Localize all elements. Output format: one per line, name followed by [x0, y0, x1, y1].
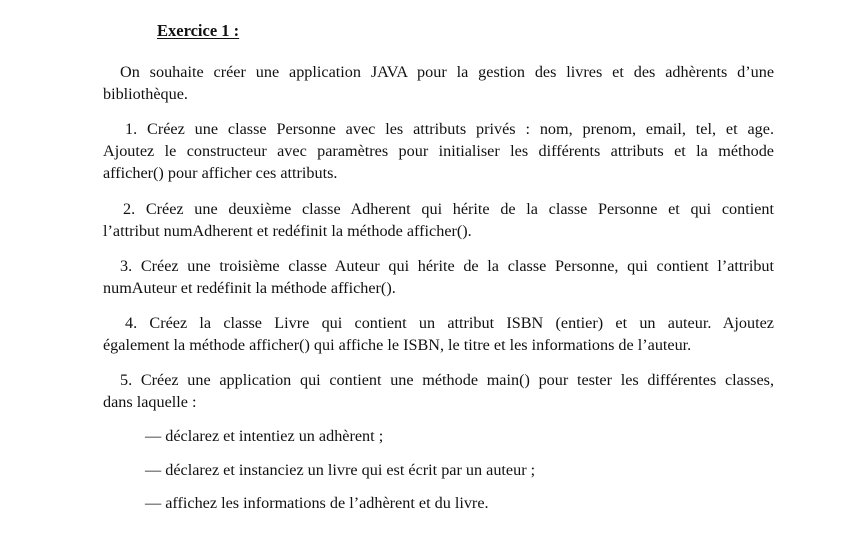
- intro-line-1: On souhaite créer une application JAVA p…: [120, 63, 774, 81]
- item-2-line-2: l’attribut numAdherent et redéfinit la m…: [103, 222, 472, 240]
- bullet-item: — affichez les informations de l’adhèren…: [145, 494, 489, 512]
- item-1-line-3: afficher() pour afficher ces attributs.: [103, 164, 338, 182]
- intro-paragraph: On souhaite créer une application JAVA p…: [103, 61, 774, 105]
- item-3-paragraph: 3. Créez une troisième classe Auteur qui…: [103, 255, 774, 299]
- bullet-item: — déclarez et instanciez un livre qui es…: [145, 461, 536, 479]
- item-3-line-1: 3. Créez une troisième classe Auteur qui…: [120, 257, 774, 275]
- item-2-line-1: 2. Créez une deuxième classe Adherent qu…: [123, 200, 774, 218]
- bullet-item: — déclarez et intentiez un adhèrent ;: [145, 427, 384, 445]
- item-5-paragraph: 5. Créez une application qui contient un…: [103, 369, 774, 413]
- item-1-paragraph: 1. Créez une classe Personne avec les at…: [103, 118, 774, 184]
- item-4-line-1: 4. Créez la classe Livre qui contient un…: [125, 314, 774, 332]
- item-3-line-2: numAuteur et redéfinit la méthode affich…: [103, 279, 396, 297]
- item-5-line-2: dans laquelle :: [103, 393, 197, 411]
- intro-line-2: bibliothèque.: [103, 85, 188, 103]
- item-4-line-2: également la méthode afficher() qui affi…: [103, 336, 692, 354]
- exercise-title: Exercice 1 :: [157, 21, 240, 40]
- document-page: Exercice 1 : On souhaite créer une appli…: [0, 0, 847, 535]
- item-1-line-1: 1. Créez une classe Personne avec les at…: [125, 120, 774, 138]
- item-4-paragraph: 4. Créez la classe Livre qui contient un…: [103, 312, 774, 356]
- item-2-paragraph: 2. Créez une deuxième classe Adherent qu…: [103, 198, 774, 242]
- item-1-line-2: Ajoutez le constructeur avec paramètres …: [103, 142, 774, 160]
- item-5-line-1: 5. Créez une application qui contient un…: [120, 371, 774, 389]
